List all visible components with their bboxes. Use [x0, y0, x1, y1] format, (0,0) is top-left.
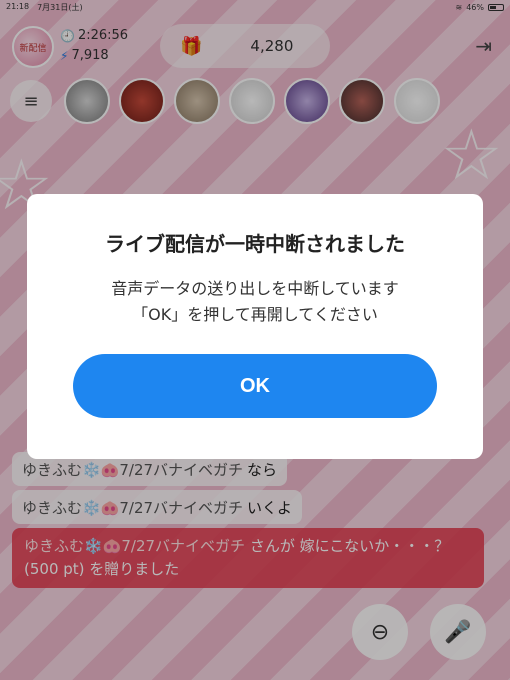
dialog-body: 音声データの送り出しを中断しています 「OK」を押して再開してください: [27, 276, 483, 328]
dialog-body-line2: 「OK」を押して再開してください: [132, 305, 378, 324]
interruption-dialog: ライブ配信が一時中断されました 音声データの送り出しを中断しています 「OK」を…: [27, 194, 483, 459]
ok-button[interactable]: OK: [73, 354, 437, 418]
dialog-body-line1: 音声データの送り出しを中断しています: [111, 279, 399, 298]
dialog-title: ライブ配信が一時中断されました: [105, 232, 405, 256]
